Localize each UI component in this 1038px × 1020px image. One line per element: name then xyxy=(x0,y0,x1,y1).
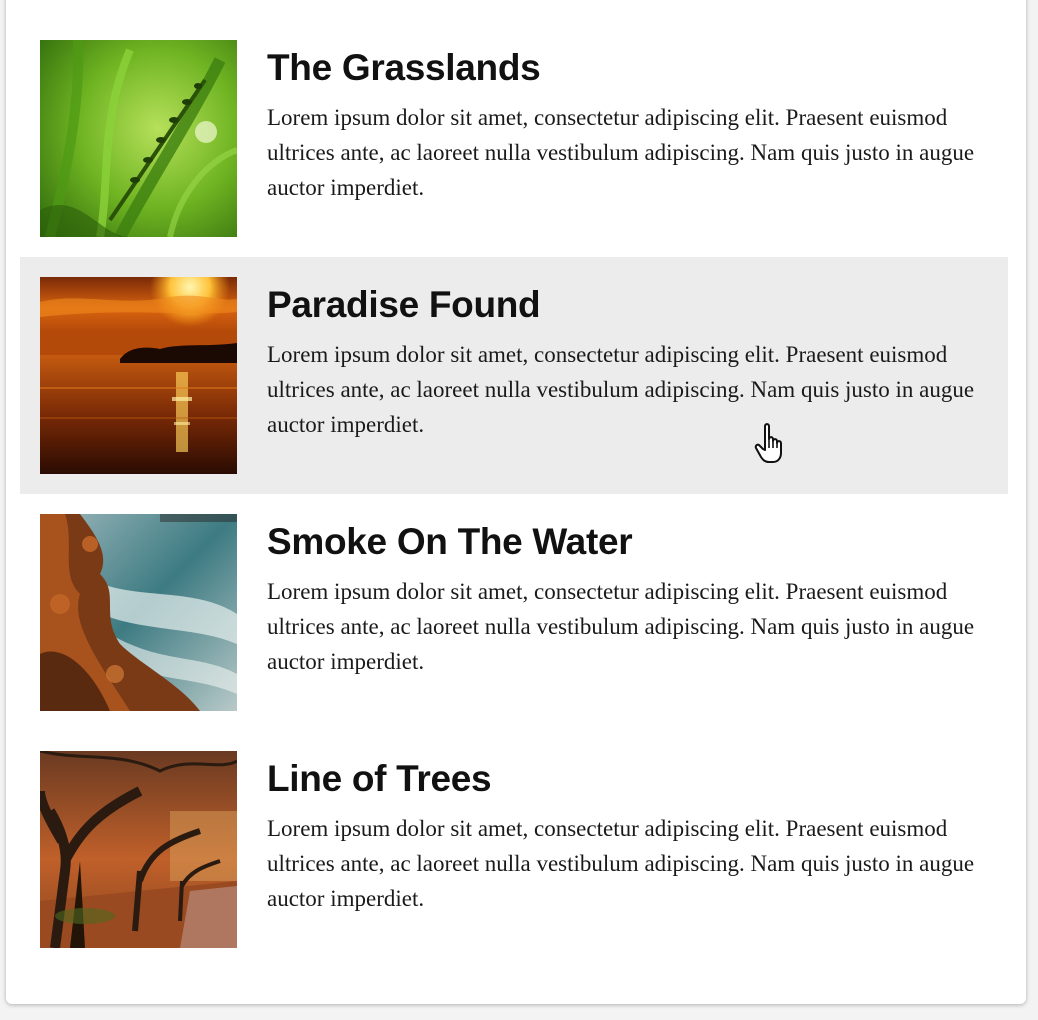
grass-photo xyxy=(40,40,237,237)
item-title[interactable]: Line of Trees xyxy=(267,759,492,799)
coast-photo xyxy=(40,514,237,711)
hand-pointer-icon xyxy=(752,420,794,466)
sunset-photo xyxy=(40,277,237,474)
item-description: Lorem ipsum dolor sit amet, consectetur … xyxy=(267,816,975,911)
item-description: Lorem ipsum dolor sit amet, consectetur … xyxy=(267,342,975,437)
item-title[interactable]: The Grasslands xyxy=(267,48,541,88)
list-card: The Grasslands Lorem ipsum dolor sit ame… xyxy=(6,0,1026,1004)
list-item[interactable]: Smoke On The Water Lorem ipsum dolor sit… xyxy=(20,494,1008,731)
item-title[interactable]: Paradise Found xyxy=(267,285,541,325)
item-description: Lorem ipsum dolor sit amet, consectetur … xyxy=(267,579,975,674)
item-description: Lorem ipsum dolor sit amet, consectetur … xyxy=(267,105,975,200)
list-item[interactable]: Line of Trees Lorem ipsum dolor sit amet… xyxy=(20,731,1008,968)
list-item[interactable]: The Grasslands Lorem ipsum dolor sit ame… xyxy=(20,20,1008,257)
trees-photo xyxy=(40,751,237,948)
item-title[interactable]: Smoke On The Water xyxy=(267,522,633,562)
list-item-hovered[interactable]: Paradise Found Lorem ipsum dolor sit ame… xyxy=(20,257,1008,494)
